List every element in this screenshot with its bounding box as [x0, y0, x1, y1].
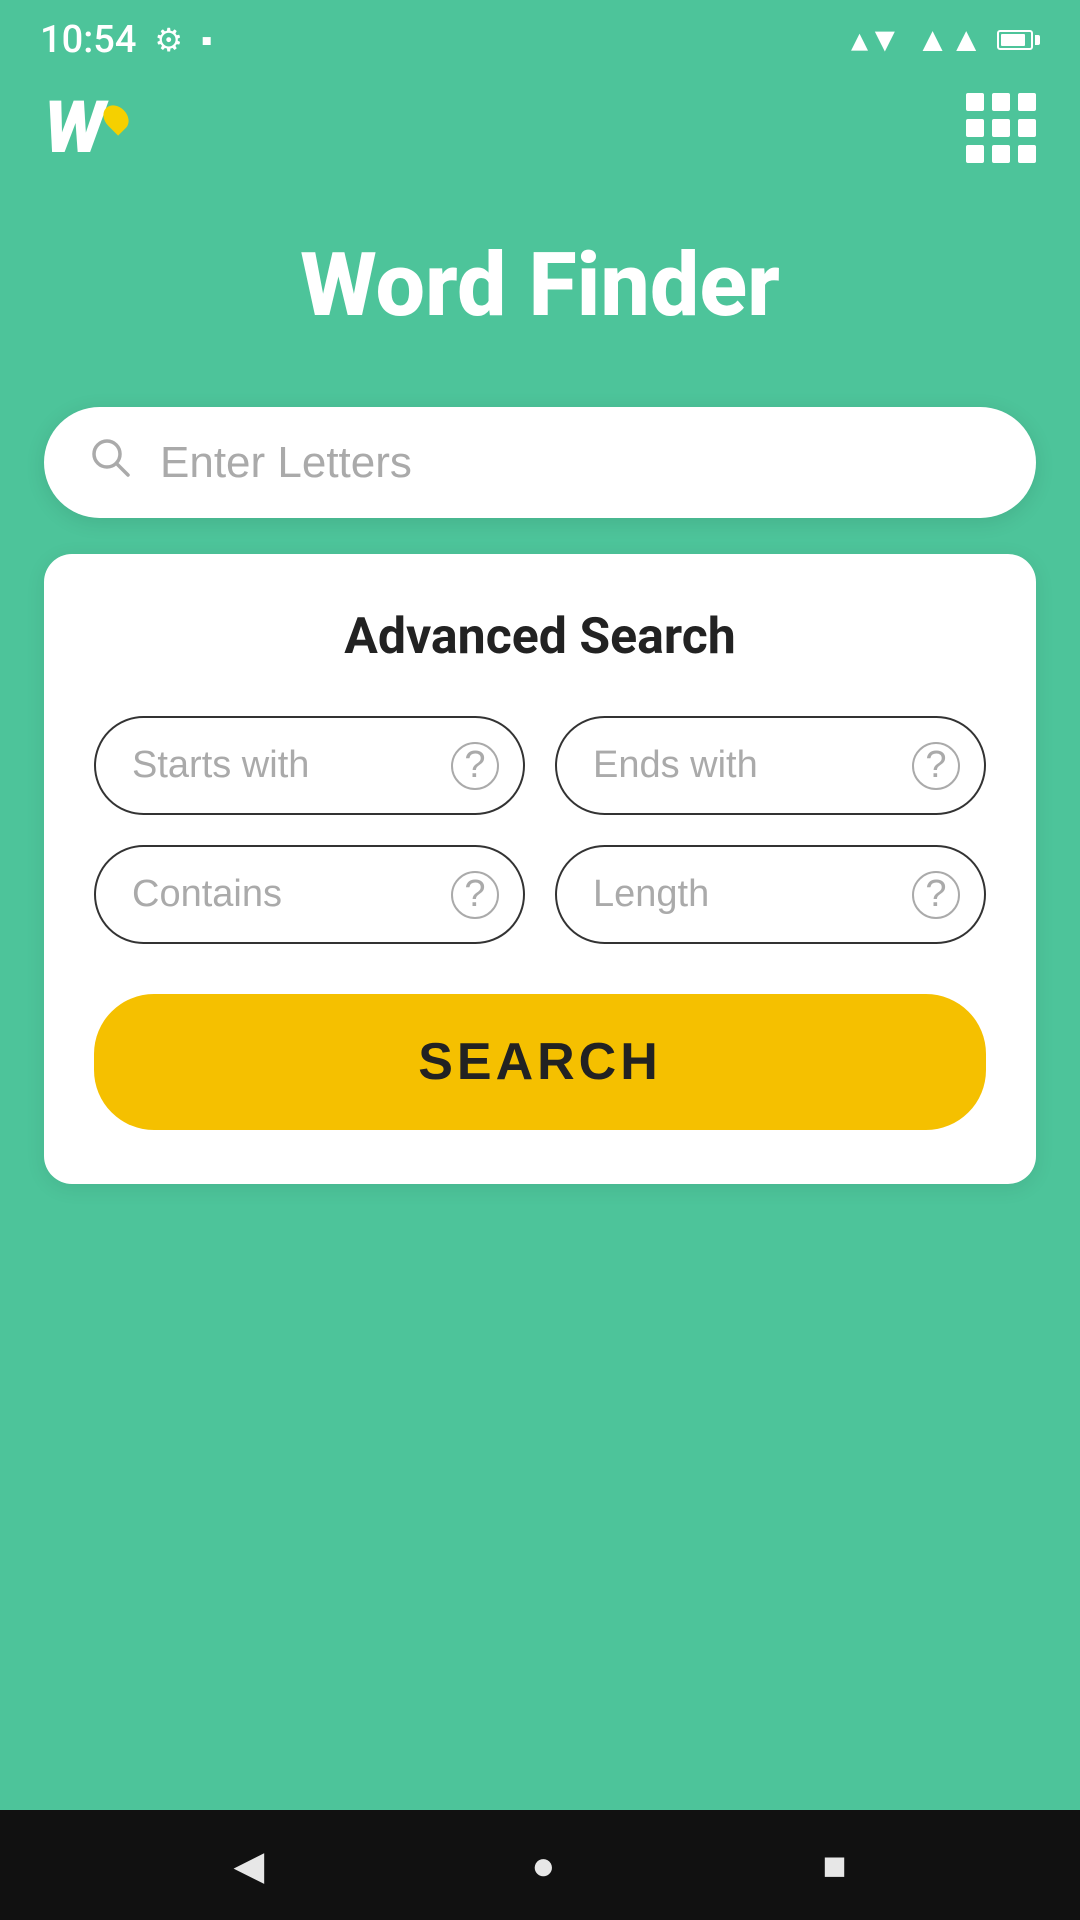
battery-icon: [997, 30, 1040, 50]
bottom-nav-bar: ◀ ● ■: [0, 1810, 1080, 1920]
contains-help-icon[interactable]: ?: [451, 871, 499, 919]
starts-with-help-icon[interactable]: ?: [451, 742, 499, 790]
top-bar: W: [0, 72, 1080, 174]
main-content: Word Finder Advanced Search ? ?: [0, 174, 1080, 1810]
length-help-icon[interactable]: ?: [912, 871, 960, 919]
status-right: ▴▼ ▲▲: [851, 20, 1040, 60]
logo-dot: [98, 100, 133, 135]
grid-menu-icon[interactable]: [966, 93, 1036, 163]
search-icon: [88, 435, 132, 490]
contains-field-wrap: ?: [94, 845, 525, 944]
status-left: 10:54 ⚙ ▪: [40, 18, 212, 62]
signal-icon: ▲▲: [916, 20, 983, 60]
logo-w-letter: W: [44, 92, 101, 164]
filter-grid: ? ? ? ?: [94, 716, 986, 944]
status-time: 10:54: [40, 18, 136, 62]
status-bar: 10:54 ⚙ ▪ ▴▼ ▲▲: [0, 0, 1080, 72]
length-field-wrap: ?: [555, 845, 986, 944]
main-search-bar[interactable]: [44, 407, 1036, 518]
recents-button[interactable]: ■: [822, 1842, 846, 1889]
sd-card-icon: ▪: [201, 21, 212, 59]
ends-with-field-wrap: ?: [555, 716, 986, 815]
advanced-search-card: Advanced Search ? ? ? ? SEA: [44, 554, 1036, 1184]
advanced-search-title: Advanced Search: [94, 608, 986, 666]
ends-with-help-icon[interactable]: ?: [912, 742, 960, 790]
home-button[interactable]: ●: [531, 1842, 555, 1889]
search-button[interactable]: SEARCH: [94, 994, 986, 1130]
starts-with-field-wrap: ?: [94, 716, 525, 815]
settings-status-icon: ⚙: [154, 21, 183, 59]
wifi-icon: ▴▼: [851, 20, 902, 60]
page-title: Word Finder: [300, 234, 780, 337]
back-button[interactable]: ◀: [233, 1842, 264, 1889]
app-logo: W: [44, 92, 127, 164]
letters-input[interactable]: [160, 438, 992, 488]
